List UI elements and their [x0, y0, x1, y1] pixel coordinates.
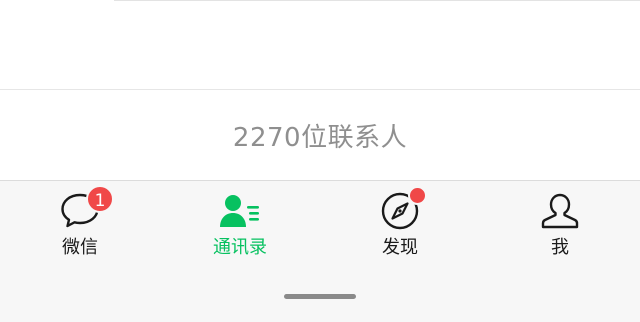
tab-chats-label: 微信: [62, 237, 98, 258]
contacts-screen: 2270位联系人 1 微信 通讯录 发现 我: [0, 0, 640, 322]
tab-contacts-label: 通讯录: [213, 237, 267, 258]
home-indicator[interactable]: [284, 294, 356, 299]
tab-chats[interactable]: 1 微信: [0, 185, 160, 269]
compass-icon: [378, 186, 427, 233]
bottom-tab-bar: 1 微信 通讯录 发现 我: [0, 180, 640, 322]
unread-badge: 1: [86, 185, 114, 213]
tab-discover-label: 发现: [382, 237, 418, 258]
contact-list-area[interactable]: [0, 1, 640, 89]
tab-discover[interactable]: 发现: [320, 186, 480, 269]
tab-me[interactable]: 我: [480, 189, 640, 269]
tab-me-label: 我: [551, 237, 569, 258]
person-icon: [538, 189, 582, 233]
contact-count-label: 2270位联系人: [0, 90, 640, 180]
chat-bubble-icon: 1: [58, 185, 114, 233]
new-content-dot: [408, 186, 427, 205]
contacts-icon: [218, 189, 262, 233]
tab-contacts[interactable]: 通讯录: [160, 189, 320, 269]
